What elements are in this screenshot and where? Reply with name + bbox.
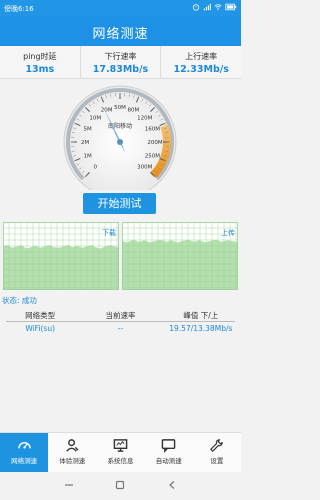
tab-label: 网络测速	[11, 457, 38, 465]
info-header-current-rate: 当前速率	[105, 311, 136, 320]
status-text: 状态: 成功	[2, 296, 37, 305]
graph-area	[122, 239, 238, 290]
system-nav-bar	[0, 472, 241, 500]
tab-experience-test[interactable]: 体验测速	[48, 433, 96, 472]
info-table: 网络类型 当前速率 峰值 下/上 WiFi(su) -- 19.57/13.38…	[0, 310, 241, 338]
tab-system-info[interactable]: 系统信息	[96, 433, 144, 472]
menu-icon[interactable]	[64, 480, 74, 490]
upload-graph: 上传	[122, 222, 238, 290]
gauge-tick-label: 5M	[84, 127, 92, 133]
home-icon[interactable]	[115, 480, 125, 490]
tab-label: 体验测速	[59, 457, 86, 465]
tab-speed-test[interactable]: 网络测速	[0, 433, 49, 472]
gauge-tick-label: 120M	[137, 115, 152, 121]
download-graph: 下载	[3, 222, 119, 290]
info-current-rate: --	[117, 324, 124, 333]
gauge-needle-hub	[117, 139, 123, 145]
monitor-icon	[113, 439, 128, 452]
gauge-center-label: 南阳移动	[108, 122, 132, 130]
info-header-row: 网络类型 当前速率 峰值 下/上	[0, 310, 241, 321]
metric-upload: 上行速率 12.33Mb/s	[161, 46, 241, 78]
metric-value: 12.33Mb/s	[173, 64, 229, 75]
page-title: 网络测速	[92, 27, 149, 42]
info-header-network-type: 网络类型	[25, 311, 56, 320]
metric-label: 上行速率	[185, 52, 218, 61]
metric-label: ping时延	[23, 52, 57, 61]
status-bar: 傍晚6:16	[0, 0, 241, 16]
gauge-svg: 01M 2M 5M 10M20M 50M 80M120M 160M 200M 250M 300M 南…	[63, 85, 177, 199]
info-value-row: WiFi(su) -- 19.57/13.38Mb/s	[0, 321, 241, 333]
status-icons	[192, 3, 237, 11]
metric-download: 下行速率 17.83Mb/s	[81, 46, 162, 78]
tab-label: 系统信息	[107, 457, 134, 465]
tab-auto-test[interactable]: 自动测速	[145, 433, 193, 472]
tab-settings[interactable]: 设置	[193, 433, 241, 472]
gauge-tick-label: 2M	[81, 140, 89, 146]
metric-value: 13ms	[25, 64, 55, 75]
gauge-tick-label: 160M	[145, 127, 160, 133]
metric-value: 17.83Mb/s	[92, 64, 149, 75]
start-test-button[interactable]: 开始测试	[83, 193, 156, 214]
wifi-icon	[214, 4, 222, 10]
bottom-tab-bar: 网络测速 体验测速 系统信息 自动测速 设置	[0, 432, 241, 472]
gauge-tick-label: 80M	[128, 108, 140, 114]
info-network-type: WiFi(su)	[25, 324, 56, 333]
speedometer-icon	[17, 442, 31, 449]
back-icon[interactable]	[167, 480, 177, 490]
metric-ping: ping时延 13ms	[0, 46, 81, 78]
status-time: 傍晚6:16	[4, 5, 34, 13]
title-bar: 网络测速	[0, 16, 241, 46]
alarm-icon	[192, 4, 200, 11]
gauge-tick-label: 300M	[137, 165, 152, 171]
gauge-tick-label: 0	[94, 165, 98, 171]
battery-icon	[225, 3, 237, 11]
chat-icon	[161, 439, 176, 453]
upload-graph-label: 上传	[221, 229, 235, 237]
gauge-tick-label: 200M	[147, 140, 162, 146]
gauge-tick-label: 250M	[145, 153, 160, 159]
download-graph-label: 下载	[102, 229, 116, 237]
metric-label: 下行速率	[104, 52, 137, 61]
speed-gauge: 0 1M 2M 5M 10M 20M 50M 80M 120M 160M 200M 250M 300M 南…	[0, 80, 241, 199]
gauge-tick-label: 1M	[84, 153, 92, 159]
wrench-icon	[210, 439, 224, 452]
gauge-tick-label: 50M	[114, 105, 126, 111]
metrics-row: ping时延 13ms 下行速率 17.83Mb/s 上行速率 12.33Mb/…	[0, 46, 241, 79]
person-icon	[66, 439, 79, 452]
tab-label: 设置	[210, 457, 224, 465]
speed-graphs: 下载 上传	[0, 222, 241, 290]
info-header-peak: 峰值 下/上	[183, 311, 219, 320]
signal-icon	[203, 3, 211, 11]
gauge-tick-label: 10M	[89, 115, 101, 121]
info-divider	[6, 321, 235, 322]
tab-label: 自动测速	[155, 457, 182, 465]
gauge-tick-label: 20M	[101, 108, 113, 114]
info-peak: 19.57/13.38Mb/s	[169, 324, 233, 333]
